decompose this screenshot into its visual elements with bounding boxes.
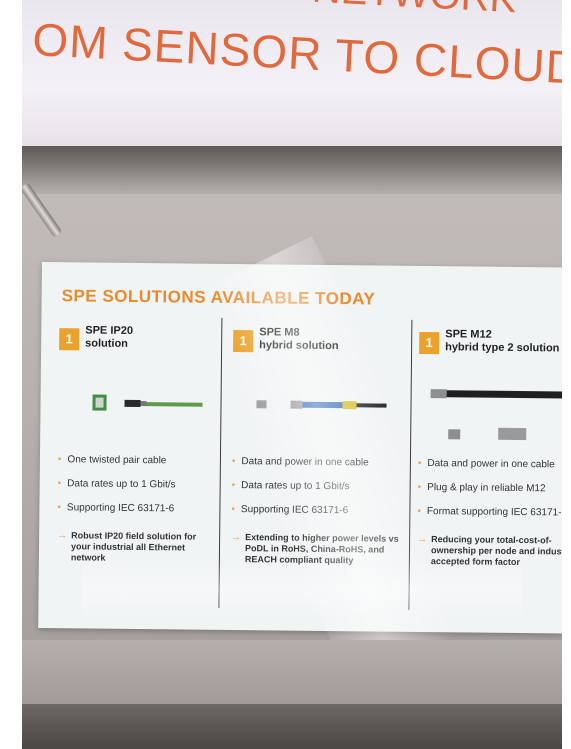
- highlight-note: → Robust IP20 field solution for your in…: [57, 530, 197, 563]
- bullet-dot-icon: •: [231, 456, 236, 468]
- bullet-dot-icon: •: [57, 454, 62, 466]
- m8-cable-image: [256, 400, 387, 410]
- photo-scene: NETWORK OM SENSOR TO CLOUD SPE SOLUTIONS…: [22, 0, 562, 749]
- bullet-dot-icon: •: [417, 457, 422, 469]
- feature-list: • Data and power in one cable • Plug & pla…: [417, 458, 562, 569]
- highlight-note: → Extending to higher power levels vs Po…: [231, 531, 399, 566]
- feature-item: • Data rates up to 1 Gbit/s: [231, 479, 350, 493]
- solution-title-line1: SPE IP20: [85, 324, 134, 337]
- solution-column-ip20: 1 SPE IP20 solution • One twisted pair ca…: [56, 316, 209, 608]
- feature-item: • Supporting IEC 63171-6: [231, 503, 349, 517]
- solution-title-line2: hybrid solution: [259, 339, 339, 353]
- solution-title: SPE M12 hybrid type 2 solution: [445, 328, 560, 355]
- column-divider: [408, 319, 413, 610]
- overhead-banner: NETWORK OM SENSOR TO CLOUD: [22, 0, 562, 148]
- panel-headline: SPE SOLUTIONS AVAILABLE TODAY: [61, 286, 376, 309]
- bullet-dot-icon: •: [417, 505, 421, 517]
- highlight-note: → Reducing your total-cost-of-ownership …: [417, 533, 562, 568]
- display-bottom-edge: [22, 704, 562, 749]
- feature-list: • Data and power in one cable • Data rates…: [231, 456, 404, 567]
- banner-line-top: NETWORK: [311, 0, 517, 22]
- number-badge: 1: [419, 331, 440, 355]
- bullet-dot-icon: •: [57, 478, 62, 490]
- number-badge: 1: [59, 328, 80, 351]
- feature-list: • One twisted pair cable • Data rates up t…: [57, 454, 208, 565]
- arrow-right-icon: →: [417, 533, 428, 546]
- feature-item: • Data and power in one cable: [231, 456, 369, 469]
- bullet-dot-icon: •: [417, 481, 422, 493]
- feature-item: • One twisted pair cable: [57, 454, 167, 467]
- ip20-cable-image: [92, 394, 203, 411]
- feature-item: • Data rates up to 1 Gbit/s: [57, 478, 176, 491]
- bullet-dot-icon: •: [231, 503, 235, 516]
- solution-column-m12: 1 SPE M12 hybrid type 2 solution • Data a…: [416, 320, 562, 612]
- solution-title-line2: hybrid type 2 solution: [445, 341, 560, 355]
- solution-title: SPE IP20 solution: [85, 324, 133, 350]
- solution-title-line1: SPE M12: [445, 328, 492, 341]
- feature-item: • Data and power in one cable: [417, 457, 555, 471]
- info-panel: SPE SOLUTIONS AVAILABLE TODAY 1 SPE IP20…: [38, 262, 562, 634]
- solution-title-line1: SPE M8: [259, 326, 300, 339]
- bullet-dot-icon: •: [57, 502, 62, 514]
- solution-title-line2: solution: [85, 337, 128, 350]
- display-rail: [22, 146, 562, 194]
- feature-item: • Supporting IEC 63171-6: [57, 502, 175, 515]
- solution-title: SPE M8 hybrid solution: [259, 326, 339, 353]
- feature-item: • Format supporting IEC 63171-7: [417, 505, 562, 519]
- arrow-right-icon: →: [231, 531, 242, 544]
- number-badge: 1: [233, 330, 254, 353]
- feature-item: • Plug & play in reliable M12: [417, 481, 546, 495]
- solution-column-m8: 1 SPE M8 hybrid solution • Data and power…: [230, 318, 405, 610]
- banner-line-main: OM SENSOR TO CLOUD: [31, 12, 562, 94]
- column-divider: [218, 317, 223, 608]
- m12-cable-image: [430, 389, 562, 441]
- arrow-right-icon: →: [57, 530, 68, 542]
- bullet-dot-icon: •: [231, 479, 236, 492]
